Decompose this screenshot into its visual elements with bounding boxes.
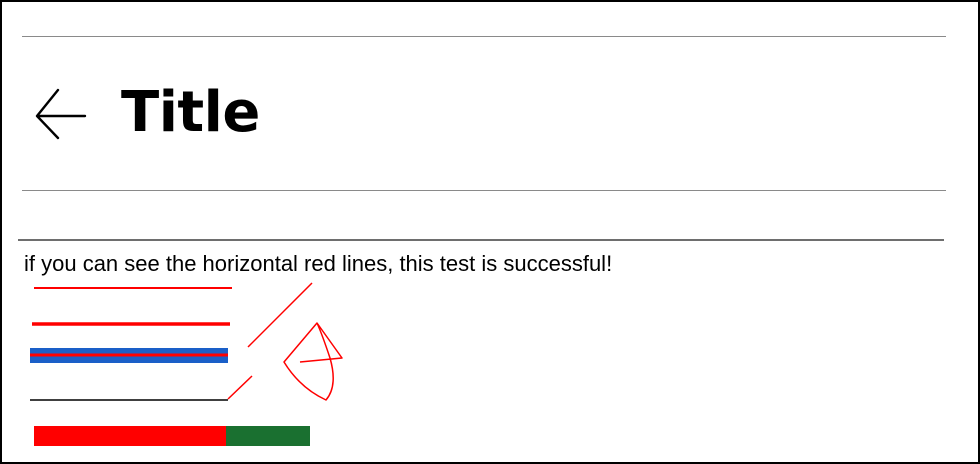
diagonal-stroke-lower (227, 375, 253, 400)
test-drawing (30, 282, 343, 446)
red-scribble (283, 322, 343, 401)
green-bar (226, 426, 310, 446)
diagonal-stroke-upper (247, 282, 313, 348)
red-bar (34, 426, 226, 446)
